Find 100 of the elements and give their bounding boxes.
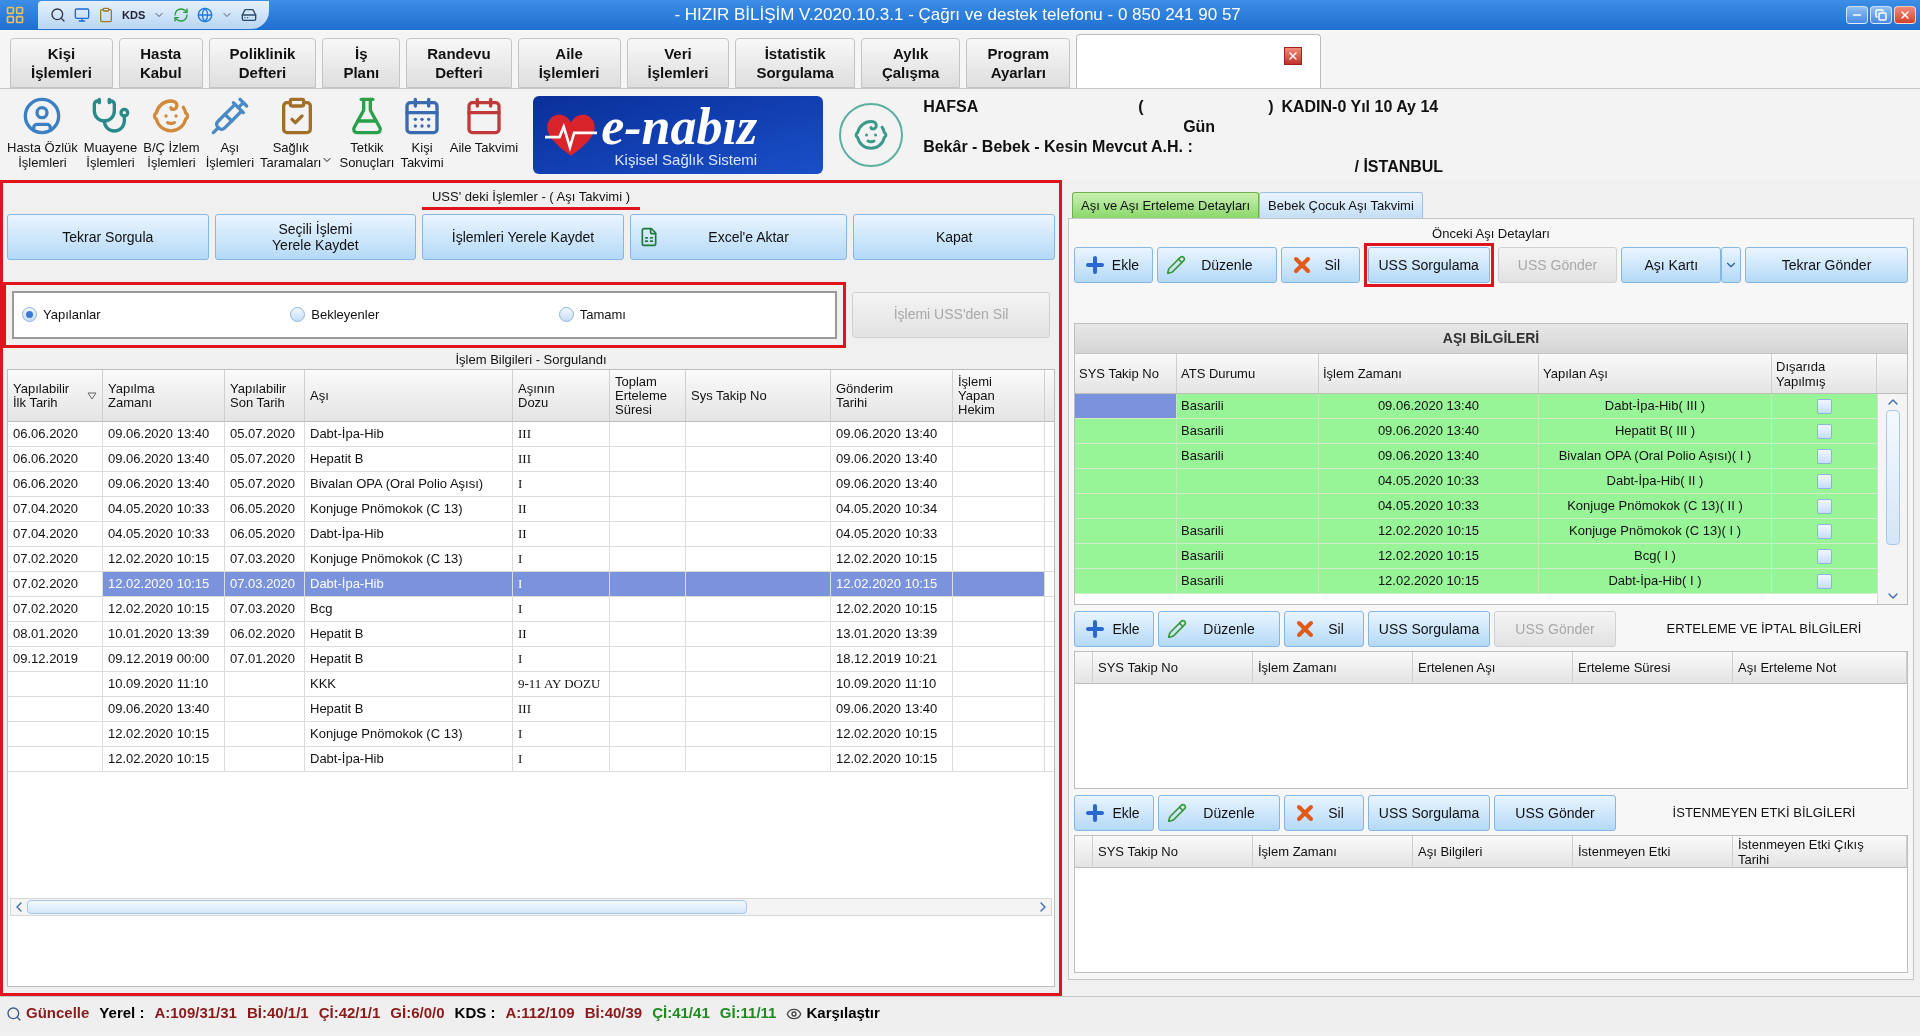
toolbar-button[interactable]: Düzenle <box>1156 247 1277 283</box>
checkbox[interactable] <box>1817 398 1832 414</box>
table-row[interactable]: 06.06.2020 09.06.2020 13:40 05.07.2020 Hepatit B III 09.06.2020 13:40 <box>8 447 1054 472</box>
column-header[interactable]: Aşı <box>305 370 513 421</box>
kds-menu[interactable]: KDS <box>122 6 146 24</box>
column-header[interactable]: Erteleme Süresi <box>1578 660 1671 675</box>
toolbar-button[interactable]: Tekrar Gönder <box>1745 247 1908 283</box>
radio-button[interactable] <box>558 307 574 322</box>
checkbox[interactable] <box>1817 448 1832 464</box>
checkbox[interactable] <box>1817 523 1832 539</box>
monitor-icon[interactable] <box>74 7 90 23</box>
column-header[interactable]: Aşı Erteleme Not <box>1738 660 1837 675</box>
column-header[interactable]: SYS Takip No <box>1098 844 1178 859</box>
table-row[interactable]: 06.06.2020 09.06.2020 13:40 05.07.2020 Bivalan OPA (Oral Polio Aşısı) I 09.06.2020 13:40 <box>8 472 1054 497</box>
menu-tab[interactable]: Aile İşlemleri <box>517 38 621 88</box>
toolbar-item[interactable]: B/Ç İzlem İşlemleri <box>140 91 203 178</box>
panel-tab[interactable]: Bebek Çocuk Aşı Takvimi <box>1259 192 1423 218</box>
toolbar-item[interactable]: Tetkik Sonuçları <box>336 91 398 178</box>
checkbox[interactable] <box>1817 423 1832 439</box>
toolbar-button[interactable]: USS Sorgulama <box>1367 247 1490 283</box>
minimize-button[interactable] <box>1846 6 1868 24</box>
column-header[interactable]: İşlem Zamanı <box>1323 366 1402 381</box>
status-link[interactable]: Karşılaştır <box>806 1002 880 1025</box>
column-header[interactable]: Yapılan Aşı <box>1543 366 1608 381</box>
close-button[interactable] <box>1894 6 1916 24</box>
action-button[interactable]: Excel'e Aktar <box>629 213 848 260</box>
table-row[interactable]: 10.09.2020 11:10 KKK 9-11 AY DOZU 10.09.2020 11:10 <box>8 672 1054 697</box>
radio-button[interactable] <box>22 307 37 322</box>
checkbox[interactable] <box>1817 473 1832 489</box>
column-header[interactable]: Aşının Dozu <box>513 370 610 421</box>
column-header[interactable]: İstenmeyen Etki Çıkış Tarihi <box>1738 836 1864 867</box>
panel-tab[interactable]: Aşı ve Aşı Erteleme Detayları <box>1072 192 1260 218</box>
menu-tab[interactable]: Kişi İşlemleri <box>10 38 113 88</box>
action-button[interactable]: Kapat <box>853 213 1055 260</box>
table-row[interactable]: 12.02.2020 10:15 Konjuge Pnömokok (C 13) I 12.02.2020 10:15 <box>8 722 1054 747</box>
scrollbar-thumb[interactable] <box>1885 410 1900 545</box>
radio-button[interactable] <box>290 307 306 322</box>
globe-icon[interactable] <box>197 7 214 23</box>
toolbar-item[interactable]: Aile Takvimi <box>446 91 522 178</box>
table-row[interactable]: 07.04.2020 04.05.2020 10:33 06.05.2020 Dabt-İpa-Hib II 04.05.2020 10:33 <box>8 522 1054 547</box>
clipboard-icon[interactable] <box>98 7 114 23</box>
toolbar-button[interactable]: Sil <box>1280 247 1360 283</box>
table-row[interactable]: 07.02.2020 12.02.2020 10:15 07.03.2020 Dabt-İpa-Hib I 12.02.2020 10:15 <box>8 572 1054 597</box>
radio-option[interactable]: Bekleyenler <box>290 304 559 325</box>
toolbar-item[interactable]: Sağlık Taramaları <box>257 91 337 178</box>
column-header[interactable]: ATS Durumu <box>1181 366 1256 381</box>
column-header[interactable]: Yapılabilir İlk Tarih <box>8 370 103 421</box>
table-row[interactable]: 06.06.2020 09.06.2020 13:40 05.07.2020 Dabt-İpa-Hib III 09.06.2020 13:40 <box>8 422 1054 447</box>
restore-button[interactable] <box>1870 6 1892 24</box>
toolbar-button[interactable]: USS Sorgulama <box>1368 611 1490 647</box>
search-icon[interactable] <box>50 7 66 23</box>
column-header[interactable]: Toplam Erteleme Süresi <box>610 370 686 421</box>
column-header[interactable]: Yapılma Zamanı <box>103 370 225 421</box>
scrollbar-thumb[interactable] <box>27 900 747 914</box>
toolbar-button[interactable]: Sil <box>1284 795 1364 831</box>
checkbox[interactable] <box>1817 548 1832 564</box>
action-button[interactable]: İşlemleri Yerele Kaydet <box>422 213 624 260</box>
menu-tab[interactable]: Poliklinik Defteri <box>208 38 317 88</box>
toolbar-item[interactable]: Hasta Özlük İşlemleri <box>4 91 81 178</box>
table-row[interactable]: 09.06.2020 13:40 Hepatit B III 09.06.2020 13:40 <box>8 697 1054 722</box>
column-header[interactable]: Gönderim Tarihi <box>831 370 953 421</box>
menu-tab[interactable]: Veri İşlemleri <box>626 38 730 88</box>
menu-tab[interactable]: İş Planı <box>322 38 401 88</box>
column-header[interactable]: SYS Takip No <box>1098 660 1178 675</box>
menu-tab[interactable]: Hasta Kabul <box>118 38 203 88</box>
table-row[interactable]: 07.04.2020 04.05.2020 10:33 06.05.2020 Konjuge Pnömokok (C 13) II 04.05.2020 10:34 <box>8 497 1054 522</box>
radio-option[interactable]: Yapılanlar <box>22 304 291 325</box>
menu-tab[interactable]: Aylık Çalışma <box>860 38 961 88</box>
menu-tab[interactable]: İstatistik Sorgulama <box>735 38 855 88</box>
table-row[interactable]: 09.12.2019 09.12.2019 00:00 07.01.2020 Hepatit B I 18.12.2019 10:21 <box>8 647 1054 672</box>
table-row[interactable]: 12.02.2020 10:15 Dabt-İpa-Hib I 12.02.2020 10:15 <box>8 747 1054 772</box>
toolbar-button[interactable]: USS Sorgulama <box>1368 795 1490 831</box>
toolbar-item[interactable]: Aşı İşlemleri <box>202 91 258 178</box>
checkbox[interactable] <box>1817 573 1832 589</box>
close-tab-icon[interactable] <box>1284 47 1303 65</box>
column-header[interactable]: Sys Takip No <box>686 370 831 421</box>
table-row[interactable]: 08.01.2020 10.01.2020 13:39 06.02.2020 Hepatit B II 13.01.2020 13:39 <box>8 622 1054 647</box>
column-header[interactable]: İşlem Zamanı <box>1258 844 1337 859</box>
column-header[interactable]: İşlem Zamanı <box>1258 660 1337 675</box>
toolbar-button[interactable]: Ekle <box>1074 611 1154 647</box>
vaccine-card-button[interactable]: Aşı Kartı <box>1621 247 1722 283</box>
column-header[interactable]: SYS Takip No <box>1079 366 1159 381</box>
dropdown-button[interactable] <box>1721 247 1742 283</box>
status-link[interactable]: Güncelle <box>26 1002 90 1025</box>
column-header[interactable]: İstenmeyen Etki <box>1578 844 1671 859</box>
action-button[interactable]: Seçili İşlemi Yerele Kaydet <box>214 213 417 260</box>
column-header[interactable]: Ertelenen Aşı <box>1418 660 1496 675</box>
action-button[interactable]: Tekrar Sorgula <box>7 213 209 260</box>
refresh-icon[interactable] <box>173 7 190 23</box>
device-icon[interactable] <box>241 7 258 23</box>
column-header[interactable]: Dışarıda Yapılmış <box>1776 358 1826 389</box>
column-header[interactable]: İşlemi Yapan Hekim <box>953 370 1045 421</box>
table-row[interactable]: 07.02.2020 12.02.2020 10:15 07.03.2020 Bcg I 12.02.2020 10:15 <box>8 597 1054 622</box>
toolbar-button[interactable]: Ekle <box>1074 795 1154 831</box>
menu-tab[interactable]: Program Ayarları <box>966 38 1071 88</box>
toolbar-button[interactable]: Ekle <box>1074 247 1153 283</box>
radio-option[interactable]: Tamamı <box>558 304 827 325</box>
menu-tab[interactable]: Randevu Defteri <box>406 38 512 88</box>
column-header[interactable]: Yapılabilir Son Tarih <box>225 370 305 421</box>
horizontal-scrollbar[interactable] <box>10 898 1052 916</box>
